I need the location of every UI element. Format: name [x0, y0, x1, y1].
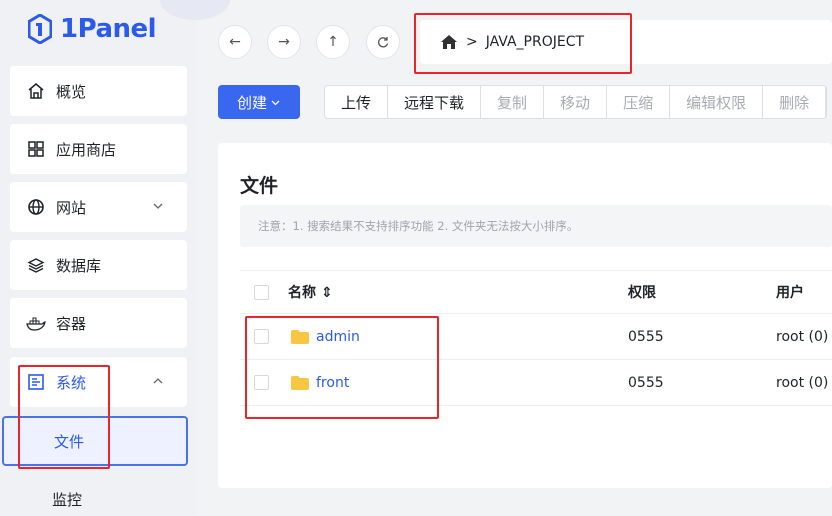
sidebar-item-label: 概览 — [56, 82, 87, 101]
sidebar-item-label: 容器 — [56, 314, 87, 333]
path-breadcrumb[interactable]: > JAVA_PROJECT — [420, 20, 832, 64]
compress-button[interactable]: 压缩 — [607, 86, 671, 118]
file-name-link[interactable]: admin — [290, 314, 360, 359]
home-icon[interactable] — [440, 34, 458, 50]
sidebar-item-database[interactable]: 数据库 — [10, 240, 187, 290]
file-permission: 0555 — [628, 328, 664, 345]
sidebar-item-container[interactable]: 容器 — [10, 298, 187, 348]
file-action-group: 上传 远程下载 复制 移动 压缩 编辑权限 删除 — [324, 85, 828, 119]
move-button[interactable]: 移动 — [544, 86, 608, 118]
sidebar-subitem-label: 文件 — [54, 432, 85, 451]
edit-permission-button[interactable]: 编辑权限 — [670, 86, 764, 118]
column-header-permission: 权限 — [628, 285, 656, 301]
folder-icon — [291, 329, 309, 344]
forward-button[interactable]: → — [267, 25, 301, 59]
file-name-link[interactable]: front — [290, 360, 349, 405]
back-button[interactable]: ← — [218, 25, 252, 59]
file-panel: 文件 注意：1. 搜索结果不支持排序功能 2. 文件夹无法按大小排序。 名称 ⇕… — [218, 143, 832, 488]
sidebar-subitem-label: 监控 — [52, 490, 83, 509]
logo-icon — [28, 14, 52, 44]
docker-icon — [26, 313, 46, 333]
chevron-down-icon — [271, 100, 280, 105]
column-header-name[interactable]: 名称 ⇕ — [288, 271, 333, 313]
sidebar-item-label: 系统 — [56, 373, 87, 392]
column-header-user: 用户 — [776, 285, 804, 301]
file-user: root (0) — [776, 328, 829, 345]
sidebar: 1Panel 概览 应用商店 网站 数据库 容器 系统 文件 监控 — [0, 0, 230, 516]
table-header: 名称 ⇕ 权限 用户 — [240, 270, 832, 314]
remote-download-button[interactable]: 远程下载 — [388, 86, 482, 118]
sidebar-item-label: 网站 — [56, 198, 87, 217]
create-button-label: 创建 — [236, 93, 267, 112]
app-store-icon — [26, 139, 46, 159]
arrow-up-icon: ↑ — [327, 34, 339, 50]
row-checkbox[interactable] — [254, 329, 269, 344]
file-permission: 0555 — [628, 374, 664, 391]
table-row[interactable]: admin 0555 root (0) — [240, 314, 832, 360]
sidebar-item-website[interactable]: 网站 — [10, 182, 187, 232]
sidebar-subitem-monitor[interactable]: 监控 — [10, 474, 187, 516]
up-button[interactable]: ↑ — [316, 25, 350, 59]
refresh-icon — [378, 37, 389, 48]
table-row[interactable]: front 0555 root (0) — [240, 360, 832, 406]
chevron-up-icon — [153, 378, 163, 384]
sidebar-item-overview[interactable]: 概览 — [10, 66, 187, 116]
copy-button[interactable]: 复制 — [481, 86, 545, 118]
delete-button[interactable]: 删除 — [763, 86, 827, 118]
logo-text: 1Panel — [60, 14, 157, 44]
system-icon — [26, 372, 46, 392]
create-button[interactable]: 创建 — [218, 85, 300, 119]
arrow-left-icon: ← — [229, 34, 241, 50]
sidebar-item-label: 数据库 — [56, 256, 102, 275]
path-segment-current[interactable]: JAVA_PROJECT — [486, 34, 584, 50]
page-title: 文件 — [240, 175, 279, 197]
notice-banner: 注意：1. 搜索结果不支持排序功能 2. 文件夹无法按大小排序。 — [240, 205, 832, 247]
sidebar-item-app-store[interactable]: 应用商店 — [10, 124, 187, 174]
sidebar-item-system[interactable]: 系统 — [10, 357, 187, 407]
sidebar-subitem-files[interactable]: 文件 — [2, 416, 188, 466]
folder-icon — [291, 375, 309, 390]
app-logo[interactable]: 1Panel — [28, 12, 157, 46]
upload-button[interactable]: 上传 — [325, 86, 389, 118]
arrow-right-icon: → — [278, 34, 290, 50]
row-checkbox[interactable] — [254, 375, 269, 390]
database-icon — [26, 255, 46, 275]
file-name[interactable]: admin — [316, 329, 360, 345]
file-user: root (0) — [776, 374, 829, 391]
select-all-checkbox[interactable] — [254, 284, 269, 300]
file-name[interactable]: front — [316, 375, 349, 391]
globe-icon — [26, 197, 46, 217]
sidebar-item-label: 应用商店 — [56, 140, 117, 159]
home-icon — [26, 81, 46, 101]
logo-decoration — [160, 0, 230, 20]
path-separator: > — [466, 34, 478, 50]
chevron-down-icon — [153, 203, 163, 209]
refresh-button[interactable] — [366, 25, 400, 59]
